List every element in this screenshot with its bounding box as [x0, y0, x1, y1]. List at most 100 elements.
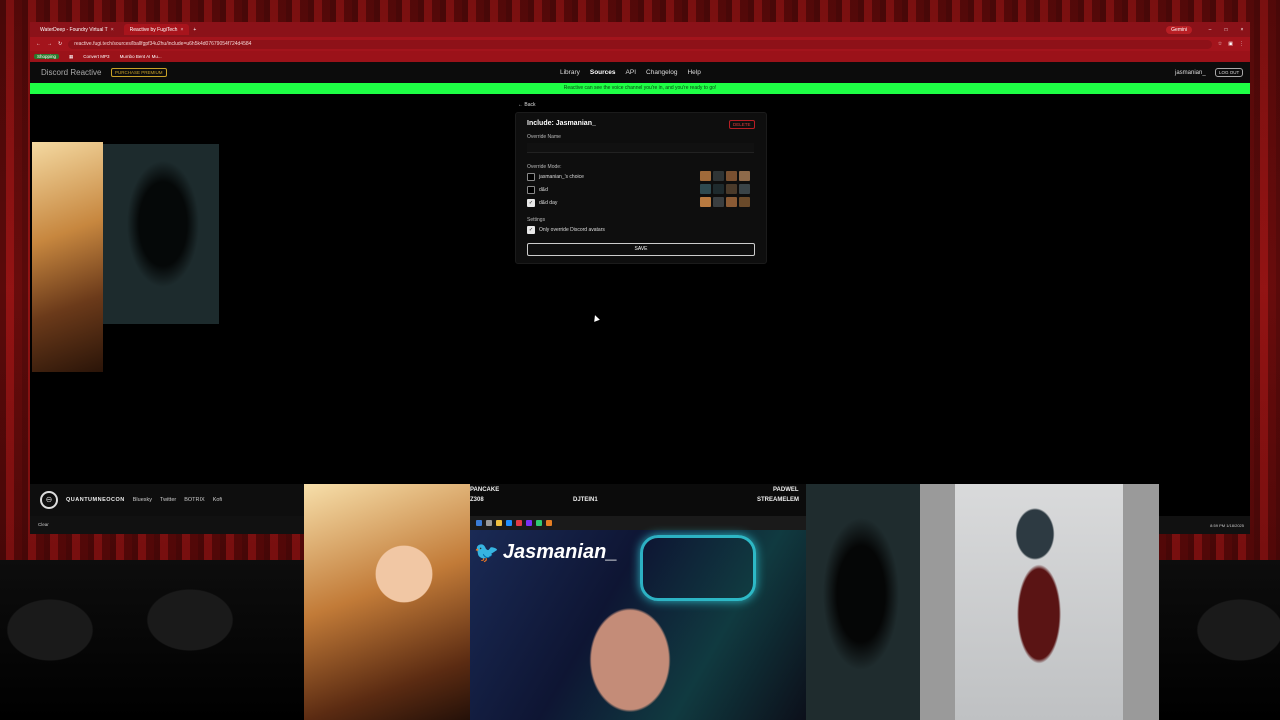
nav-sources[interactable]: Sources — [590, 69, 616, 76]
app-navbar: Discord Reactive PURCHASE PREMIUM Librar… — [30, 62, 1250, 83]
checkbox[interactable] — [527, 173, 535, 181]
only-override-option[interactable]: ✓ Only override Discord avatars — [527, 226, 605, 234]
app-icon[interactable] — [526, 520, 532, 526]
checkbox[interactable] — [527, 186, 535, 194]
app-icon[interactable] — [536, 520, 542, 526]
mode-option[interactable]: d&d — [527, 186, 548, 194]
mode-label: d&d — [539, 187, 548, 193]
checkbox-checked[interactable]: ✓ — [527, 199, 535, 207]
twitter-handle: Jasmanian_ — [502, 541, 618, 563]
taskbar-left: Clear — [30, 516, 304, 534]
thumbnail — [700, 197, 711, 207]
bookmarks-bar: Shopping ▦ Convert MP3 Mumbo Bent AI Mu.… — [30, 51, 1250, 62]
thumbnail — [713, 184, 724, 194]
include-editor-card: Include: Jasmanian_ DELETE Override Name… — [515, 112, 767, 264]
social-botrix: BOTRIX — [184, 497, 205, 503]
chat-name: STREAMELEM — [757, 497, 799, 503]
app-icon[interactable] — [476, 520, 482, 526]
forward-arrow-icon[interactable]: → — [47, 41, 52, 47]
app-icon[interactable] — [496, 520, 502, 526]
browser-tab-reactive[interactable]: Reactive by FugiTech × — [123, 24, 190, 35]
thumbnail — [739, 171, 750, 181]
bookmark-shopping[interactable]: Shopping — [34, 54, 60, 59]
taskbar-middle — [470, 516, 806, 530]
chat-name: PANCAKE — [470, 487, 500, 493]
mode-option[interactable]: ✓ d&d day — [527, 199, 557, 207]
address-bar: ← → ↻ reactive.fugi.tech/sources/lballfg… — [30, 37, 1250, 51]
apps-icon[interactable]: ▦ — [69, 54, 73, 60]
close-icon[interactable]: × — [111, 27, 114, 33]
nav-help[interactable]: Help — [687, 69, 700, 76]
avatar-art-woman — [304, 484, 470, 720]
mode-option[interactable]: jasmanian_'s choice — [527, 173, 584, 181]
logout-button[interactable]: LOG OUT — [1215, 68, 1244, 77]
url-field[interactable]: reactive.fugi.tech/sources/lballfgpf34u2… — [68, 39, 1212, 49]
checkbox-checked[interactable]: ✓ — [527, 226, 535, 234]
twitter-handle-overlay: 🐦 Jasmanian_ — [474, 540, 617, 565]
thumbnail — [739, 197, 750, 207]
thumbnail — [713, 171, 724, 181]
thumbnail — [700, 171, 711, 181]
only-override-label: Only override Discord avatars — [539, 227, 605, 233]
minimize-icon[interactable]: – — [1202, 27, 1218, 33]
override-name-label: Override Name — [527, 134, 561, 140]
mode-label: d&d day — [539, 200, 558, 206]
tab-label: WaterDeep - Foundry Virtual T — [40, 26, 108, 33]
clock: 8:59 PM — [1210, 522, 1226, 528]
override-mode-label: Override Mode: — [527, 164, 562, 170]
thumbnail — [726, 184, 737, 194]
avatar-art-hooded — [806, 484, 920, 720]
override-name-input[interactable] — [527, 143, 754, 153]
thumbnail — [726, 197, 737, 207]
mouse-cursor-icon — [592, 314, 600, 322]
thumbnail — [726, 171, 737, 181]
thumbnail — [713, 197, 724, 207]
nav-changelog[interactable]: Changelog — [646, 69, 677, 76]
app-icon[interactable] — [516, 520, 522, 526]
extensions-icon[interactable]: ▣ — [1228, 41, 1233, 47]
maximize-icon[interactable]: □ — [1218, 27, 1234, 33]
star-icon[interactable]: ☆ — [1218, 41, 1222, 47]
mode-thumbnails — [700, 184, 750, 194]
status-banner: Reactive can see the voice channel you'r… — [30, 83, 1250, 94]
mode-thumbnails — [700, 171, 750, 181]
avatar-art-dragonborn — [955, 484, 1123, 720]
app-icon[interactable] — [546, 520, 552, 526]
close-icon[interactable]: × — [180, 27, 183, 33]
bookmark-convert[interactable]: Convert MP3 — [83, 54, 109, 59]
delete-button[interactable]: DELETE — [729, 120, 755, 129]
card-title: Include: Jasmanian_ — [527, 120, 596, 127]
purchase-premium-button[interactable]: PURCHASE PREMIUM — [111, 68, 167, 77]
app-brand[interactable]: Discord Reactive — [41, 68, 101, 77]
save-button[interactable]: SAVE — [527, 243, 755, 256]
nav-library[interactable]: Library — [560, 69, 580, 76]
app-icon[interactable] — [506, 520, 512, 526]
quantum-logo-icon: ⊖ — [40, 491, 58, 509]
back-arrow-icon[interactable]: ← — [36, 41, 41, 47]
stream-social-bar: ⊖ QUANTUMNEOCON Bluesky Twitter BOTRIX K… — [30, 484, 304, 516]
browser-window: WaterDeep - Foundry Virtual T × Reactive… — [30, 22, 1250, 532]
app-icon[interactable] — [486, 520, 492, 526]
twitter-bird-icon: 🐦 — [474, 542, 499, 564]
browser-tab-foundry[interactable]: WaterDeep - Foundry Virtual T × — [34, 24, 120, 35]
settings-label: Settings — [527, 217, 546, 223]
main-nav: Library Sources API Changelog Help — [560, 69, 701, 76]
bookmark-mumbo[interactable]: Mumbo Bent AI Mu... — [120, 54, 162, 59]
mode-thumbnails — [700, 197, 750, 207]
reload-icon[interactable]: ↻ — [58, 41, 62, 47]
back-link[interactable]: ← Back — [518, 102, 536, 108]
tab-label: Reactive by FugiTech — [129, 26, 178, 33]
new-tab-icon[interactable]: + — [193, 27, 196, 33]
nav-api[interactable]: API — [626, 69, 636, 76]
gemini-button[interactable]: Gemini — [1166, 25, 1192, 34]
tab-bar: WaterDeep - Foundry Virtual T × Reactive… — [30, 22, 1250, 37]
chat-name: Z308 — [470, 497, 484, 503]
username: jasmanian_ — [1175, 69, 1206, 76]
window-close-icon[interactable]: × — [1234, 27, 1250, 33]
weather-label: Clear — [38, 522, 49, 527]
chat-name: PADWEL — [773, 487, 799, 493]
menu-icon[interactable]: ⋮ — [1239, 41, 1244, 47]
chat-name: DJTEIN1 — [573, 497, 598, 503]
avatar-image-woman — [32, 142, 103, 372]
social-kofi: Kofi — [212, 497, 223, 503]
